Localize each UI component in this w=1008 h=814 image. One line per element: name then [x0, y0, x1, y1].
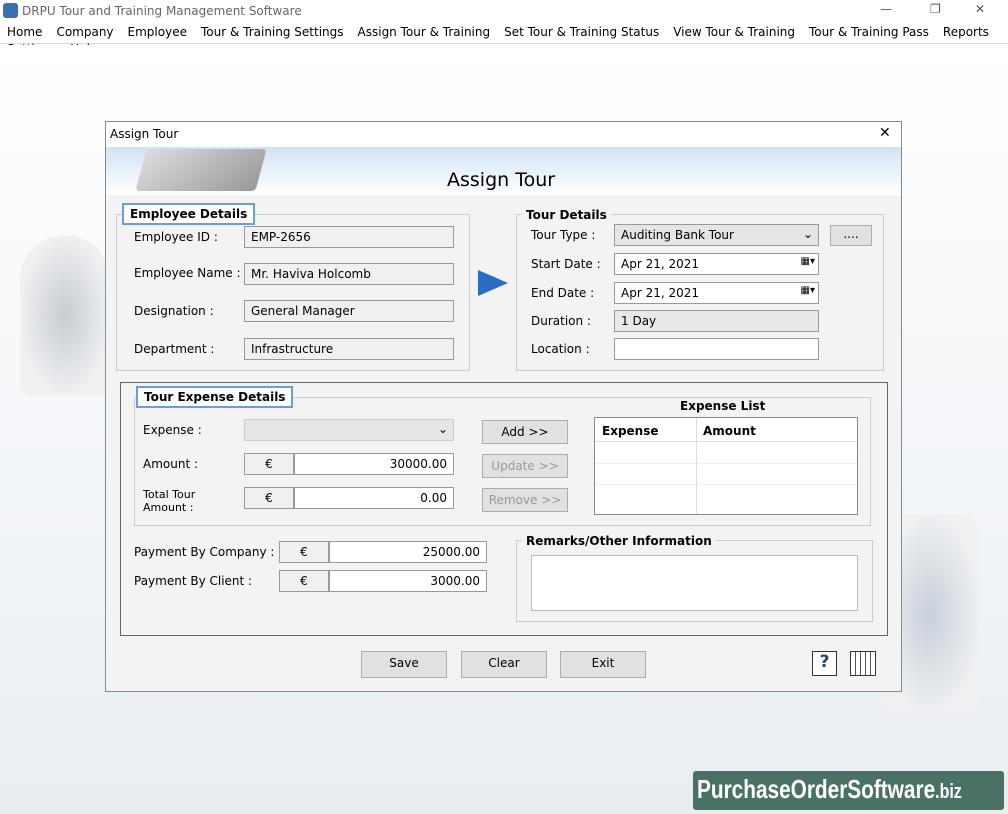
help-icon[interactable]: ? — [812, 651, 837, 676]
payment-client-currency: € — [279, 570, 329, 592]
expense-list-title: Expense List — [680, 399, 766, 413]
tour-expense-legend: Tour Expense Details — [136, 386, 294, 408]
window-title: DRPU Tour and Training Management Softwa… — [22, 4, 302, 18]
add-expense-button[interactable]: Add >> — [482, 420, 568, 444]
watermark-text: PurchaseOrderSoftware.biz — [697, 774, 962, 805]
row-divider — [595, 463, 857, 464]
app-icon — [3, 3, 18, 18]
maximize-button[interactable]: ❐ — [930, 2, 941, 16]
employee-id-label: Employee ID : — [134, 230, 218, 244]
clear-button[interactable]: Clear — [461, 651, 547, 678]
menu-bar: Home Company Employee Tour & Training Setti… — [0, 22, 1008, 56]
total-amount-label-line2: Amount : — [143, 501, 194, 514]
minimize-button[interactable]: — — [880, 2, 892, 16]
total-amount-label-line1: Total Tour — [143, 488, 196, 501]
designation-field[interactable]: General Manager — [244, 300, 454, 322]
update-expense-button[interactable]: Update >> — [482, 454, 568, 478]
menu-assign-tour-training[interactable]: Assign Tour & Training — [351, 22, 498, 39]
title-bar: DRPU Tour and Training Management Softwa… — [0, 0, 1008, 22]
menu-tour-training-settings[interactable]: Tour & Training Settings — [194, 22, 351, 39]
chevron-down-icon: ⌄ — [802, 227, 813, 241]
menu-set-status[interactable]: Set Tour & Training Status — [497, 22, 666, 39]
watermark-main: PurchaseOrderSoftware — [697, 774, 936, 804]
tour-type-label: Tour Type : — [531, 228, 596, 242]
location-input[interactable] — [614, 338, 819, 360]
exit-button[interactable]: Exit — [560, 651, 646, 678]
menu-tour-training-pass[interactable]: Tour & Training Pass — [802, 22, 936, 39]
chevron-down-icon: ⌄ — [437, 422, 448, 436]
save-button[interactable]: Save — [361, 651, 447, 678]
employee-name-label: Employee Name : — [134, 266, 241, 280]
payment-company-currency: € — [279, 541, 329, 563]
payment-company-label: Payment By Company : — [134, 545, 275, 559]
end-date-label: End Date : — [531, 286, 595, 300]
menu-reports[interactable]: Reports — [936, 22, 996, 39]
column-divider — [696, 418, 697, 514]
amount-currency: € — [244, 453, 294, 475]
department-field[interactable]: Infrastructure — [244, 338, 454, 360]
column-expense[interactable]: Expense — [602, 424, 659, 438]
expense-label: Expense : — [143, 423, 202, 437]
designation-label: Designation : — [134, 304, 214, 318]
assign-tour-dialog: Assign Tour ✕ Assign Tour Employee Detai… — [105, 121, 902, 692]
duration-label: Duration : — [531, 314, 591, 328]
employee-name-field[interactable]: Mr. Haviva Holcomb — [244, 263, 454, 285]
calendar-icon[interactable]: ▦▾ — [801, 285, 815, 296]
employee-id-field[interactable]: EMP-2656 — [244, 226, 454, 248]
tour-type-value: Auditing Bank Tour — [621, 228, 734, 242]
watermark-tld: .biz — [935, 781, 962, 803]
dialog-banner: Assign Tour — [106, 147, 901, 195]
remove-expense-button[interactable]: Remove >> — [482, 488, 568, 512]
menu-view-tour-training[interactable]: View Tour & Training — [666, 22, 802, 39]
tour-details-legend: Tour Details — [522, 208, 611, 222]
notebook-pen-icon — [135, 149, 267, 191]
start-date-picker[interactable]: Apr 21, 2021 ▦▾ — [614, 253, 819, 275]
payment-client-label: Payment By Client : — [134, 574, 253, 588]
location-label: Location : — [531, 342, 590, 356]
department-label: Department : — [134, 342, 215, 356]
total-currency: € — [244, 487, 294, 509]
arrow-right-icon — [478, 270, 508, 296]
end-date-picker[interactable]: Apr 21, 2021 ▦▾ — [614, 282, 819, 304]
tour-type-dropdown[interactable]: Auditing Bank Tour ⌄ — [614, 224, 819, 246]
amount-input[interactable]: 30000.00 — [294, 453, 454, 475]
dialog-title-bar: Assign Tour ✕ — [106, 122, 901, 147]
dialog-heading: Assign Tour — [447, 169, 556, 191]
employee-details-legend: Employee Details — [122, 203, 256, 225]
calendar-icon[interactable]: ▦▾ — [801, 256, 815, 267]
watermark-logo: PurchaseOrderSoftware.biz — [693, 771, 1004, 810]
total-amount-field: 0.00 — [294, 487, 454, 509]
row-divider — [595, 484, 857, 485]
expense-list-table[interactable]: Expense Amount — [594, 417, 858, 515]
duration-field: 1 Day — [614, 310, 819, 332]
column-amount[interactable]: Amount — [703, 424, 756, 438]
close-window-button[interactable]: ✕ — [975, 2, 985, 16]
calculator-icon[interactable] — [850, 651, 876, 676]
menu-employee[interactable]: Employee — [121, 22, 194, 39]
remarks-legend: Remarks/Other Information — [522, 534, 716, 548]
payment-client-input[interactable]: 3000.00 — [329, 570, 487, 592]
dialog-title: Assign Tour — [110, 127, 179, 141]
amount-label: Amount : — [143, 457, 199, 471]
payment-company-input[interactable]: 25000.00 — [329, 541, 487, 563]
end-date-value: Apr 21, 2021 — [621, 286, 700, 300]
menu-company[interactable]: Company — [49, 22, 120, 39]
tour-type-more-button[interactable]: .... — [830, 225, 872, 246]
table-header: Expense Amount — [595, 418, 857, 514]
people-illustration — [20, 235, 110, 395]
dialog-close-button[interactable]: ✕ — [879, 125, 891, 141]
expense-dropdown[interactable]: ⌄ — [244, 419, 454, 441]
remarks-textarea[interactable] — [531, 555, 858, 611]
start-date-value: Apr 21, 2021 — [621, 257, 700, 271]
menu-home[interactable]: Home — [0, 22, 49, 39]
start-date-label: Start Date : — [531, 257, 601, 271]
